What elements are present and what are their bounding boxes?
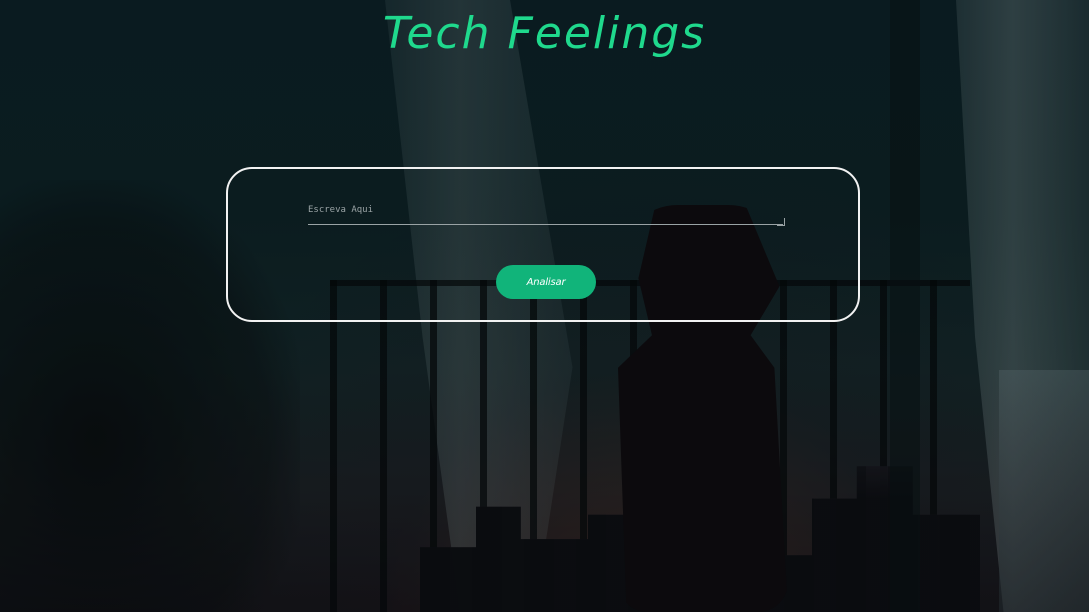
feeling-text-input[interactable] — [308, 203, 783, 225]
background-curtain-right — [956, 0, 1089, 612]
background-sofa — [999, 370, 1089, 612]
background-balcony-railing — [330, 280, 970, 612]
background-window-frame — [890, 0, 920, 612]
analysis-form-panel: Analisar — [226, 167, 860, 322]
page-title: Tech Feelings — [382, 8, 707, 59]
background-city-skyline — [420, 466, 980, 612]
textarea-resize-handle-icon[interactable] — [777, 218, 785, 226]
page-background: Tech Feelings Analisar — [0, 0, 1089, 612]
analyze-button[interactable]: Analisar — [496, 265, 596, 299]
